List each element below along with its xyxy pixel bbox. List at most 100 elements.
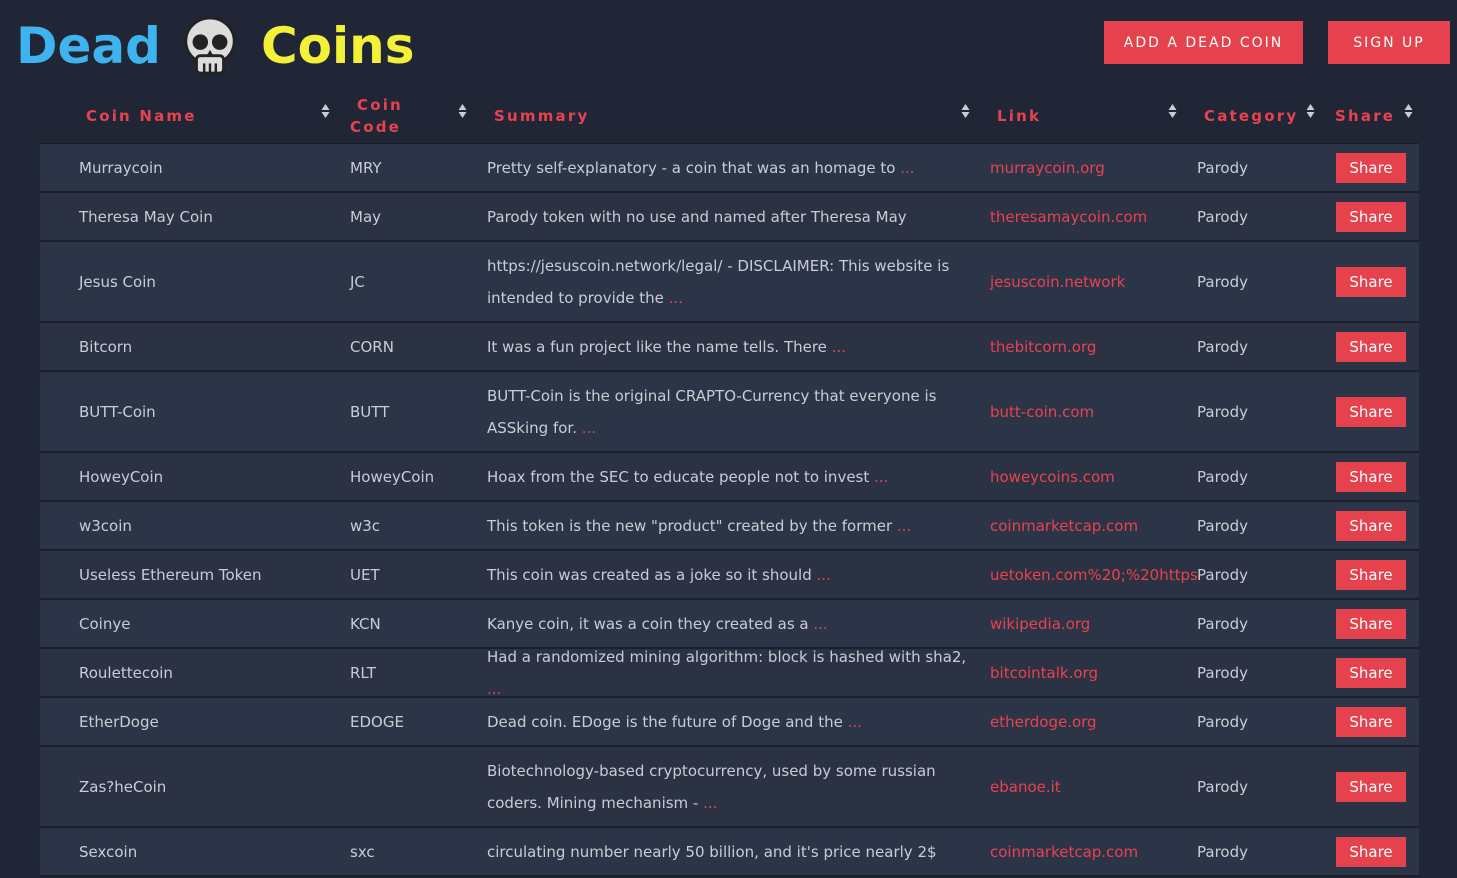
sort-icon[interactable] xyxy=(1306,103,1315,119)
read-more-ellipsis[interactable]: ... xyxy=(813,615,827,633)
table-row: Roulettecoin RLT Had a randomized mining a… xyxy=(40,648,1419,698)
share-button[interactable]: Share xyxy=(1336,152,1406,183)
site-logo[interactable]: Dead Coins xyxy=(16,10,415,82)
logo-coins-text: Coins xyxy=(260,17,415,75)
coin-code: CORN xyxy=(350,337,394,356)
coin-link[interactable]: uetoken.com%20;%20https xyxy=(990,551,1198,598)
read-more-ellipsis[interactable]: ... xyxy=(817,566,831,584)
coin-summary: https://jesuscoin.network/legal/ - DISCL… xyxy=(487,242,977,321)
share-cell: Share xyxy=(1336,372,1406,451)
read-more-ellipsis[interactable]: ... xyxy=(487,680,501,698)
coin-summary: circulating number nearly 50 billion, an… xyxy=(487,828,977,875)
coin-link[interactable]: ebanoe.it xyxy=(990,747,1061,826)
share-cell: Share xyxy=(1336,828,1406,875)
share-button[interactable]: Share xyxy=(1336,461,1406,492)
coin-summary: This coin was created as a joke so it sh… xyxy=(487,551,977,598)
coin-summary: BUTT-Coin is the original CRAPTO-Currenc… xyxy=(487,372,977,451)
summary-text-wrap: Pretty self-explanatory - a coin that wa… xyxy=(487,152,915,184)
coin-name: w3coin xyxy=(79,516,132,535)
coin-link[interactable]: jesuscoin.network xyxy=(990,242,1125,321)
column-header-category[interactable]: Category xyxy=(1204,88,1298,144)
add-dead-coin-button[interactable]: ADD A DEAD COIN xyxy=(1104,21,1303,64)
coin-name: Coinye xyxy=(79,614,131,633)
summary-text: Parody token with no use and named after… xyxy=(487,207,907,226)
table-row: EtherDoge EDOGE Dead coin. EDoge is the fu… xyxy=(40,698,1419,747)
summary-text-wrap: Had a randomized mining algorithm: block… xyxy=(487,641,977,705)
share-button[interactable]: Share xyxy=(1336,510,1406,541)
coin-category: Parody xyxy=(1197,663,1248,682)
share-button[interactable]: Share xyxy=(1336,396,1406,427)
summary-text: https://jesuscoin.network/legal/ - DISCL… xyxy=(487,256,950,307)
share-button[interactable]: Share xyxy=(1336,771,1406,802)
read-more-ellipsis[interactable]: ... xyxy=(874,468,888,486)
skull-icon xyxy=(184,16,236,75)
column-header-label: Code xyxy=(350,118,402,136)
coin-link[interactable]: wikipedia.org xyxy=(990,600,1090,647)
read-more-ellipsis[interactable]: ... xyxy=(897,517,911,535)
coin-link[interactable]: butt-coin.com xyxy=(990,372,1094,451)
coin-summary: This token is the new "product" created … xyxy=(487,502,977,549)
coin-category: Parody xyxy=(1197,337,1248,356)
read-more-ellipsis[interactable]: ... xyxy=(832,338,846,356)
column-header-summary[interactable]: Summary xyxy=(494,88,589,144)
read-more-ellipsis[interactable]: ... xyxy=(582,419,596,437)
coin-code: BUTT xyxy=(350,402,390,421)
column-header-label: Link xyxy=(997,107,1042,125)
table-row: Useless Ethereum Token UET This coin was c… xyxy=(40,551,1419,600)
share-button[interactable]: Share xyxy=(1336,201,1406,232)
share-button[interactable]: Share xyxy=(1336,706,1406,737)
share-button[interactable]: Share xyxy=(1336,657,1406,688)
coin-link[interactable]: murraycoin.org xyxy=(990,144,1105,191)
coin-link[interactable]: bitcointalk.org xyxy=(990,649,1098,696)
coin-category: Parody xyxy=(1197,777,1248,796)
share-button[interactable]: Share xyxy=(1336,559,1406,590)
summary-text: Hoax from the SEC to educate people not … xyxy=(487,467,870,486)
coin-link[interactable]: thebitcorn.org xyxy=(990,323,1096,370)
coin-summary: Had a randomized mining algorithm: block… xyxy=(487,648,977,698)
table-row: Theresa May Coin May Parody token with no … xyxy=(40,193,1419,242)
share-button[interactable]: Share xyxy=(1336,266,1406,297)
coin-link[interactable]: theresamaycoin.com xyxy=(990,193,1147,240)
share-button[interactable]: Share xyxy=(1336,608,1406,639)
sort-icon[interactable] xyxy=(961,103,970,119)
column-header-coin-name[interactable]: Coin Name xyxy=(86,88,197,144)
coin-code: MRY xyxy=(350,158,382,177)
logo-dead-text: Dead xyxy=(16,17,161,75)
column-header-coin-code[interactable]: Coin Code xyxy=(350,88,403,144)
coin-name: Sexcoin xyxy=(79,842,138,861)
read-more-ellipsis[interactable]: ... xyxy=(703,794,717,812)
column-header-link[interactable]: Link xyxy=(997,88,1041,144)
coin-category: Parody xyxy=(1197,402,1248,421)
coin-summary: Parody token with no use and named after… xyxy=(487,193,977,240)
summary-text-wrap: circulating number nearly 50 billion, an… xyxy=(487,836,937,868)
read-more-ellipsis[interactable]: ... xyxy=(669,289,683,307)
coin-link[interactable]: coinmarketcap.com xyxy=(990,828,1138,875)
coin-link[interactable]: etherdoge.org xyxy=(990,698,1097,745)
sort-icon[interactable] xyxy=(1168,103,1177,119)
coin-code: EDOGE xyxy=(350,712,404,731)
read-more-ellipsis[interactable]: ... xyxy=(900,159,914,177)
coin-code: sxc xyxy=(350,842,375,861)
summary-text-wrap: Parody token with no use and named after… xyxy=(487,201,907,233)
coin-name: Jesus Coin xyxy=(79,272,156,291)
summary-text-wrap: Kanye coin, it was a coin they created a… xyxy=(487,608,828,640)
coin-name: EtherDoge xyxy=(79,712,159,731)
share-button[interactable]: Share xyxy=(1336,836,1406,867)
coin-category: Parody xyxy=(1197,614,1248,633)
read-more-ellipsis[interactable]: ... xyxy=(848,713,862,731)
summary-text-wrap: It was a fun project like the name tells… xyxy=(487,331,846,363)
sort-icon[interactable] xyxy=(321,103,330,119)
share-cell: Share xyxy=(1336,502,1406,549)
share-cell: Share xyxy=(1336,144,1406,191)
share-button[interactable]: Share xyxy=(1336,331,1406,362)
coin-link[interactable]: coinmarketcap.com xyxy=(990,502,1138,549)
summary-text-wrap: This coin was created as a joke so it sh… xyxy=(487,559,831,591)
sign-up-button[interactable]: SIGN UP xyxy=(1328,21,1450,64)
sort-icon[interactable] xyxy=(1404,103,1413,119)
column-header-share[interactable]: Share xyxy=(1335,88,1395,144)
summary-text-wrap: Dead coin. EDoge is the future of Doge a… xyxy=(487,706,862,738)
sort-icon[interactable] xyxy=(458,103,467,119)
coin-link[interactable]: howeycoins.com xyxy=(990,453,1115,500)
column-header-label: Category xyxy=(1204,107,1299,125)
coin-code: HoweyCoin xyxy=(350,467,435,486)
